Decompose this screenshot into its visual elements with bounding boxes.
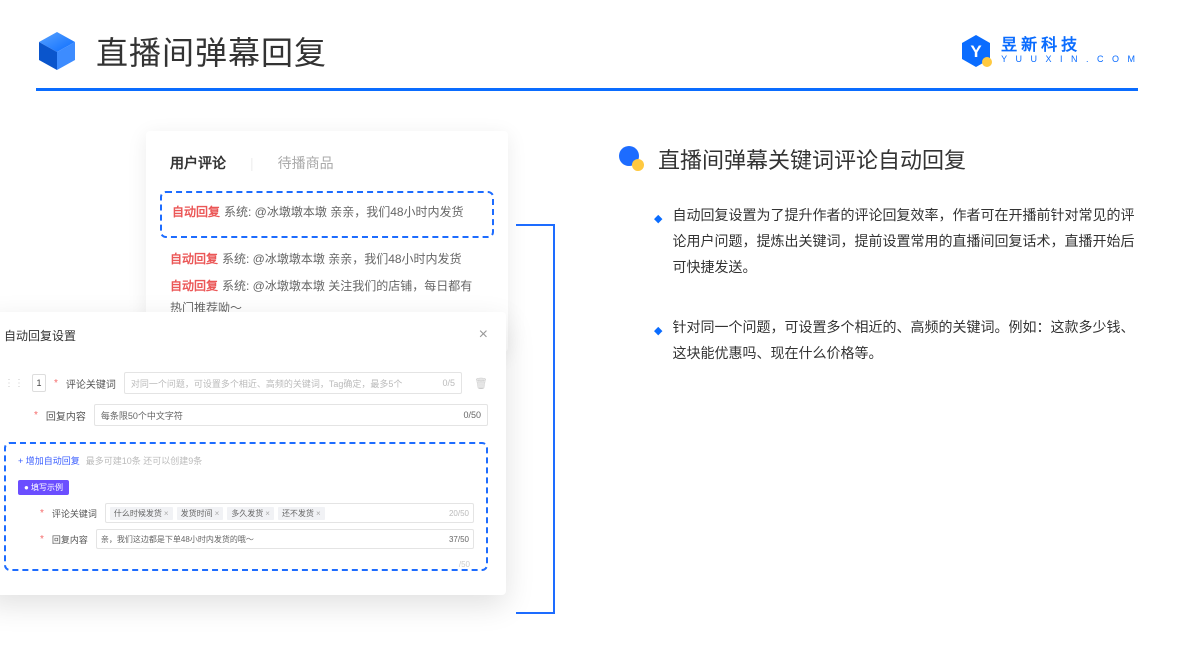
example-keyword-tags[interactable]: 什么时候发货× 发货时间× 多久发货× 还不发货× 20/50 bbox=[105, 503, 474, 523]
example-keyword-row: * 评论关键词 什么时候发货× 发货时间× 多久发货× 还不发货× 20/50 bbox=[18, 503, 474, 523]
required-dot: * bbox=[54, 378, 58, 389]
tag-remove-icon[interactable]: × bbox=[316, 509, 321, 518]
auto-reply-badge: 自动回复 bbox=[170, 252, 218, 266]
index-box: 1 bbox=[32, 374, 46, 392]
reply-text: 系统: @冰墩墩本墩 亲亲，我们48小时内发货 bbox=[222, 252, 462, 266]
tag: 什么时候发货× bbox=[110, 507, 173, 520]
ex-keyword-label: 评论关键词 bbox=[52, 507, 97, 520]
required-dot: * bbox=[40, 508, 44, 519]
bullet-item: ◆ 自动回复设置为了提升作者的评论回复效率，作者可在开播前针对常见的评论用户问题… bbox=[654, 203, 1138, 281]
content-row: * 回复内容 每条限50个中文字符 0/50 bbox=[4, 404, 488, 426]
content-input[interactable]: 每条限50个中文字符 0/50 bbox=[94, 404, 488, 426]
bullets: ◆ 自动回复设置为了提升作者的评论回复效率，作者可在开播前针对常见的评论用户问题… bbox=[616, 203, 1138, 366]
tab-separator: | bbox=[250, 155, 254, 171]
brand: Y 昱新科技 Y U U X I N . C O M bbox=[959, 34, 1138, 68]
header: 直播间弹幕回复 Y 昱新科技 Y U U X I N . C O M bbox=[0, 0, 1180, 74]
right-heading: 直播间弹幕关键词评论自动回复 bbox=[616, 143, 1138, 175]
tag: 多久发货× bbox=[227, 507, 274, 520]
cube-icon bbox=[36, 30, 78, 72]
settings-card: 自动回复设置 × ⋮⋮ 1 * 评论关键词 对同一个问题，可设置多个相近、高频的… bbox=[0, 312, 506, 595]
required-dot: * bbox=[40, 534, 44, 545]
settings-header: 自动回复设置 × bbox=[4, 326, 488, 354]
bullet-text: 针对同一个问题，可设置多个相近的、高频的关键词。例如：这款多少钱、这块能优惠吗、… bbox=[672, 315, 1138, 367]
char-count: 0/50 bbox=[463, 410, 481, 420]
bullet-text: 自动回复设置为了提升作者的评论回复效率，作者可在开播前针对常见的评论用户问题，提… bbox=[672, 203, 1138, 281]
example-content-input[interactable]: 亲，我们这边都是下单48小时内发货的哦～ 37/50 bbox=[96, 529, 474, 549]
left-column: 用户评论 | 待播商品 自动回复系统: @冰墩墩本墩 亲亲，我们48小时内发货 … bbox=[36, 121, 556, 595]
reply-row: 自动回复系统: @冰墩墩本墩 亲亲，我们48小时内发货 bbox=[170, 248, 484, 271]
keyword-label: 评论关键词 bbox=[66, 376, 116, 391]
highlighted-reply: 自动回复系统: @冰墩墩本墩 亲亲，我们48小时内发货 bbox=[160, 191, 494, 238]
content-label: 回复内容 bbox=[46, 408, 86, 423]
add-hint: 最多可建10条 还可以创建9条 bbox=[86, 454, 203, 467]
tag: 还不发货× bbox=[278, 507, 325, 520]
char-count: 0/5 bbox=[443, 378, 456, 388]
brand-name-en: Y U U X I N . C O M bbox=[1001, 55, 1138, 65]
char-count: 37/50 bbox=[449, 535, 469, 544]
tag-remove-icon[interactable]: × bbox=[265, 509, 270, 518]
connector-line bbox=[516, 219, 560, 619]
placeholder-text: 每条限50个中文字符 bbox=[101, 409, 183, 422]
header-left: 直播间弹幕回复 bbox=[36, 28, 327, 74]
diamond-icon: ◆ bbox=[654, 209, 662, 281]
auto-reply-badge: 自动回复 bbox=[170, 279, 218, 293]
brand-text: 昱新科技 Y U U X I N . C O M bbox=[1001, 37, 1138, 64]
settings-title: 自动回复设置 bbox=[4, 327, 76, 344]
example-box: + 增加自动回复 最多可建10条 还可以创建9条 ● 填写示例 * 评论关键词 … bbox=[4, 442, 488, 571]
keyword-row: ⋮⋮ 1 * 评论关键词 对同一个问题，可设置多个相近、高频的关键词，Tag确定… bbox=[4, 372, 488, 394]
tab-user-comments[interactable]: 用户评论 bbox=[170, 153, 226, 173]
brand-name-cn: 昱新科技 bbox=[1001, 37, 1138, 55]
drag-handle-icon[interactable]: ⋮⋮ bbox=[4, 378, 24, 389]
example-content-row: * 回复内容 亲，我们这边都是下单48小时内发货的哦～ 37/50 bbox=[18, 529, 474, 549]
reply-row: 自动回复系统: @冰墩墩本墩 亲亲，我们48小时内发货 bbox=[172, 201, 482, 224]
char-count: 20/50 bbox=[449, 509, 469, 518]
auto-reply-badge: 自动回复 bbox=[172, 205, 220, 219]
ex-content-label: 回复内容 bbox=[52, 533, 88, 546]
content: 用户评论 | 待播商品 自动回复系统: @冰墩墩本墩 亲亲，我们48小时内发货 … bbox=[0, 91, 1180, 595]
right-column: 直播间弹幕关键词评论自动回复 ◆ 自动回复设置为了提升作者的评论回复效率，作者可… bbox=[616, 121, 1138, 595]
placeholder-text: 对同一个问题，可设置多个相近、高频的关键词，Tag确定，最多5个 bbox=[131, 377, 403, 390]
right-title: 直播间弹幕关键词评论自动回复 bbox=[658, 143, 966, 175]
diamond-icon: ◆ bbox=[654, 321, 662, 367]
tab-pending-products[interactable]: 待播商品 bbox=[278, 153, 334, 173]
keyword-input[interactable]: 对同一个问题，可设置多个相近、高频的关键词，Tag确定，最多5个 0/5 bbox=[124, 372, 462, 394]
close-icon[interactable]: × bbox=[479, 326, 488, 344]
bullet-item: ◆ 针对同一个问题，可设置多个相近的、高频的关键词。例如：这款多少钱、这块能优惠… bbox=[654, 315, 1138, 367]
page-title: 直播间弹幕回复 bbox=[96, 28, 327, 74]
trash-icon[interactable]: 🗑 bbox=[474, 377, 488, 390]
reply-text: 系统: @冰墩墩本墩 亲亲，我们48小时内发货 bbox=[224, 205, 464, 219]
chat-icon bbox=[616, 144, 646, 174]
brand-logo-icon: Y bbox=[959, 34, 993, 68]
add-auto-reply-link[interactable]: + 增加自动回复 最多可建10条 还可以创建9条 bbox=[18, 454, 474, 467]
add-text: + 增加自动回复 bbox=[18, 454, 80, 467]
tag-remove-icon[interactable]: × bbox=[215, 509, 220, 518]
example-content-text: 亲，我们这边都是下单48小时内发货的哦～ bbox=[101, 534, 254, 545]
tag: 发货时间× bbox=[177, 507, 224, 520]
example-badge: ● 填写示例 bbox=[18, 480, 69, 495]
tag-remove-icon[interactable]: × bbox=[164, 509, 169, 518]
svg-text:Y: Y bbox=[970, 42, 982, 61]
required-dot: * bbox=[34, 410, 38, 421]
tabs: 用户评论 | 待播商品 bbox=[170, 153, 484, 173]
stray-count: /50 bbox=[459, 560, 470, 569]
